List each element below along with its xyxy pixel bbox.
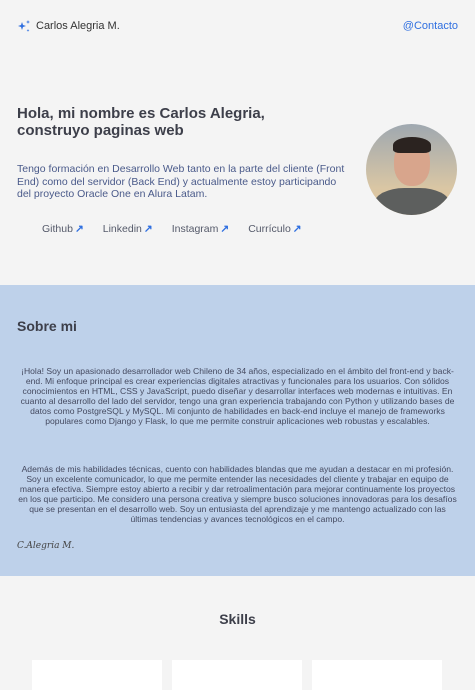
linkedin-link[interactable]: Linkedin ↗: [103, 223, 153, 235]
about-title: Sobre mi: [17, 318, 77, 334]
about-paragraph-1: ¡Hola! Soy un apasionado desarrollador w…: [20, 366, 455, 426]
skill-card: [172, 660, 302, 690]
hero-title: Hola, mi nombre es Carlos Alegria, const…: [17, 105, 265, 139]
skill-card: [32, 660, 162, 690]
curriculum-link[interactable]: Currículo ↗: [248, 223, 301, 235]
link-label: Instagram: [171, 223, 219, 235]
arrow-up-right-icon: ↗: [220, 223, 230, 235]
link-label: Linkedin: [102, 223, 142, 235]
sparkle-icon: [18, 20, 30, 32]
link-label: Github: [42, 223, 73, 235]
skills-title: Skills: [219, 611, 256, 627]
github-link[interactable]: Github ↗: [42, 223, 84, 235]
brand[interactable]: Carlos Alegria M.: [17, 19, 120, 33]
header: Carlos Alegria M. @Contacto: [17, 19, 458, 33]
hero-intro: Tengo formación en Desarrollo Web tanto …: [17, 163, 345, 200]
about-paragraph-2: Además de mis habilidades técnicas, cuen…: [18, 464, 457, 524]
social-links: Github ↗ Linkedin ↗ Instagram ↗ Currículo ↗: [42, 223, 302, 235]
contact-link[interactable]: @Contacto: [403, 20, 458, 32]
about-section: Sobre mi ¡Hola! Soy un apasionado desarr…: [0, 285, 475, 576]
signature: C.Alegria M.: [17, 541, 75, 551]
instagram-link[interactable]: Instagram ↗: [172, 223, 230, 235]
arrow-up-right-icon: ↗: [74, 223, 84, 235]
brand-name: Carlos Alegria M.: [36, 20, 120, 32]
arrow-up-right-icon: ↗: [143, 223, 153, 235]
arrow-up-right-icon: ↗: [292, 223, 302, 235]
link-label: Currículo: [248, 223, 291, 235]
profile-photo: [366, 124, 457, 215]
skill-card: [312, 660, 442, 690]
